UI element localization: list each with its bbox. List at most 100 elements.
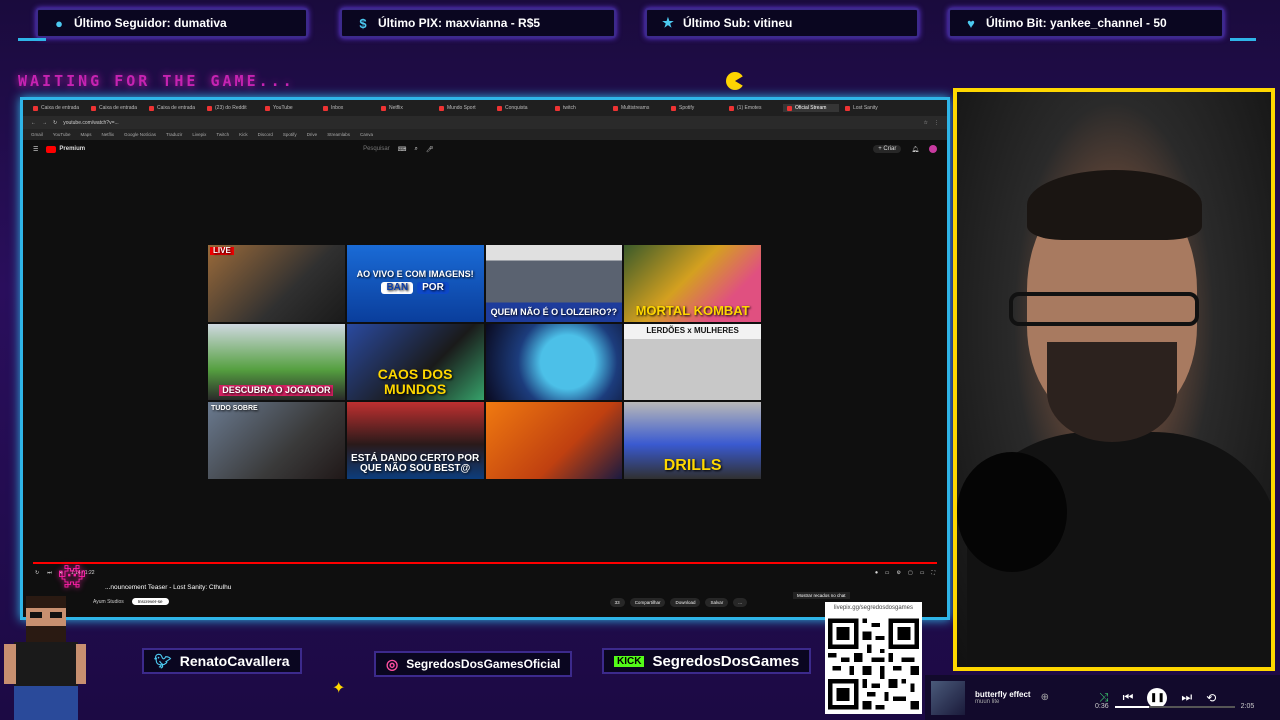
fullscreen-icon[interactable]: ⛶: [931, 570, 935, 576]
back-icon[interactable]: ←: [31, 120, 36, 126]
twitter-label: RenatoCavallera: [179, 653, 290, 669]
settings-icon[interactable]: ⚙: [897, 570, 901, 576]
video-thumbnail[interactable]: LIVE: [208, 245, 345, 322]
video-thumbnail[interactable]: LERDÕES x MULHERES: [624, 323, 761, 401]
tab[interactable]: Netflix: [377, 104, 433, 112]
video-thumbnail[interactable]: TUDO SOBRE: [208, 402, 345, 479]
create-button[interactable]: + Criar: [873, 145, 902, 153]
theater-icon[interactable]: ▭: [920, 570, 925, 576]
bookmark-item[interactable]: Kick: [239, 132, 248, 137]
ticker-sub: ★ Último Sub: vitineu: [645, 8, 919, 38]
autoplay-toggle[interactable]: ⏺: [875, 570, 878, 576]
tab[interactable]: Caixa de entrada: [145, 104, 201, 112]
youtube-logo[interactable]: Premium: [46, 145, 85, 153]
bookmark-item[interactable]: Gmail: [31, 132, 43, 137]
tab[interactable]: Spotify: [667, 104, 723, 112]
user-icon: ●: [55, 15, 63, 31]
kick-handle[interactable]: KICK SegredosDosGames: [602, 648, 812, 674]
tab[interactable]: Lost Sanity: [841, 104, 897, 112]
channel-name[interactable]: Ayum Studios: [93, 599, 124, 605]
video-actions: 33 Compartilhar Download Salvar ...: [609, 598, 747, 607]
bookmark-item[interactable]: Canva: [360, 132, 373, 137]
add-icon[interactable]: ⊕: [1041, 692, 1049, 703]
video-thumbnail[interactable]: MORTAL KOMBAT: [624, 245, 761, 322]
download-button[interactable]: Download: [670, 598, 701, 607]
tab[interactable]: Multistreams: [609, 104, 665, 112]
bookmark-item[interactable]: Spotify: [283, 132, 297, 137]
tab[interactable]: (1) Emotes: [725, 104, 781, 112]
tab[interactable]: Caixa de entrada: [29, 104, 85, 112]
deco-line-left: [18, 38, 46, 41]
keyboard-icon[interactable]: ⌨: [398, 146, 407, 153]
forward-icon[interactable]: →: [42, 120, 47, 126]
song-title: butterfly effect: [975, 690, 1031, 699]
kick-label: SegredosDosGames: [652, 652, 800, 670]
share-button[interactable]: Compartilhar: [629, 598, 666, 607]
end-screen-grid: LIVE AO VIVO E COM IMAGENS! BAN POR QUEM …: [208, 245, 761, 479]
hamburger-icon[interactable]: ☰: [33, 146, 38, 153]
track-progress[interactable]: [1114, 705, 1235, 708]
tab[interactable]: (23) do Reddit: [203, 104, 259, 112]
bookmark-item[interactable]: Maps: [80, 132, 91, 137]
waiting-text: WAITING FOR THE GAME...: [18, 72, 295, 90]
tab[interactable]: twitch: [551, 104, 607, 112]
more-button[interactable]: ...: [733, 598, 747, 607]
captions-icon[interactable]: ▭: [885, 570, 890, 576]
save-button[interactable]: Salvar: [705, 598, 729, 607]
menu-dots-icon[interactable]: ⋮: [934, 120, 939, 126]
bookmark-item[interactable]: YouTube: [53, 132, 71, 137]
tab[interactable]: YouTube: [261, 104, 317, 112]
next-icon[interactable]: ⏭: [47, 570, 52, 576]
bookmark-item[interactable]: Twitch: [216, 132, 229, 137]
album-cover: [931, 680, 965, 715]
bell-icon[interactable]: 🔔︎: [911, 146, 919, 153]
bookmark-item[interactable]: Drive: [307, 132, 318, 137]
webcam-feed: [953, 88, 1275, 671]
tab-active[interactable]: Oficial Stream: [783, 104, 839, 112]
tab[interactable]: Conquista: [493, 104, 549, 112]
search-icon[interactable]: ⌕: [414, 146, 417, 153]
player-controls: ↻ ⏭ 🔊︎ 1:14 / 1:22 ⏺ ▭ ⚙ ▢ ▭ ⛶: [35, 566, 935, 580]
bookmark-item[interactable]: Netflix: [101, 132, 114, 137]
video-thumbnail[interactable]: DESCUBRA O JOGADOR: [208, 323, 345, 401]
track-time: 0:36 2:05: [1095, 703, 1254, 710]
twitter-handle[interactable]: 🐦︎ RenatoCavallera: [142, 648, 302, 674]
bookmark-star-icon[interactable]: ☆: [924, 120, 928, 126]
qr-code[interactable]: [825, 614, 922, 714]
miniplayer-icon[interactable]: ▢: [908, 570, 913, 576]
video-thumbnail[interactable]: ESTÁ DANDO CERTO POR QUE NÃO SOU BEST@: [346, 402, 484, 479]
search-input[interactable]: Pesquisar: [363, 146, 390, 152]
url-field[interactable]: youtube.com/watch?v=...: [63, 120, 917, 126]
subscribe-button[interactable]: Inscrever-se: [131, 598, 169, 605]
video-thumbnail[interactable]: QUEM NÃO É O LOLZEIRO??: [485, 245, 623, 322]
ticker-pix-label: Último PIX: maxvianna - R$5: [378, 16, 541, 30]
reload-icon[interactable]: ↻: [53, 120, 57, 126]
bookmark-item[interactable]: Streamlabs: [327, 132, 350, 137]
video-thumbnail[interactable]: [485, 402, 623, 479]
video-thumbnail[interactable]: CAOS DOS MUNDOS: [346, 323, 484, 401]
instagram-handle[interactable]: ◎ SegredosDosGamesOficial: [374, 651, 573, 677]
dollar-icon: $: [359, 15, 367, 31]
tab[interactable]: Caixa de entrada: [87, 104, 143, 112]
bookmark-item[interactable]: Google Notícias: [124, 132, 156, 137]
replay-icon[interactable]: ↻: [35, 570, 39, 576]
bookmark-item[interactable]: Discord: [258, 132, 273, 137]
pacman-icon: [726, 72, 744, 90]
tab[interactable]: Mundo Sport: [435, 104, 491, 112]
video-progress-bar[interactable]: [33, 562, 937, 564]
video-thumbnail[interactable]: [485, 323, 623, 401]
por-pill: POR: [417, 281, 449, 295]
avatar[interactable]: [929, 145, 937, 153]
tab[interactable]: Inbox: [319, 104, 375, 112]
mic-icon[interactable]: 🎤︎: [426, 146, 434, 153]
youtube-header: ☰ Premium Pesquisar ⌨ ⌕ 🎤︎ + Criar 🔔︎: [23, 140, 947, 158]
total-time: 2:05: [1240, 703, 1255, 710]
video-thumbnail[interactable]: DRILLS: [624, 402, 761, 479]
bookmark-item[interactable]: Livepix: [192, 132, 206, 137]
tab-bar: Caixa de entrada Caixa de entrada Caixa …: [23, 100, 947, 116]
kick-icon: KICK: [614, 655, 645, 667]
deco-line-right: [1230, 38, 1256, 41]
video-thumbnail[interactable]: AO VIVO E COM IMAGENS! BAN POR: [346, 245, 484, 322]
bookmark-item[interactable]: Traduzir: [166, 132, 182, 137]
like-button[interactable]: 33: [609, 598, 625, 607]
